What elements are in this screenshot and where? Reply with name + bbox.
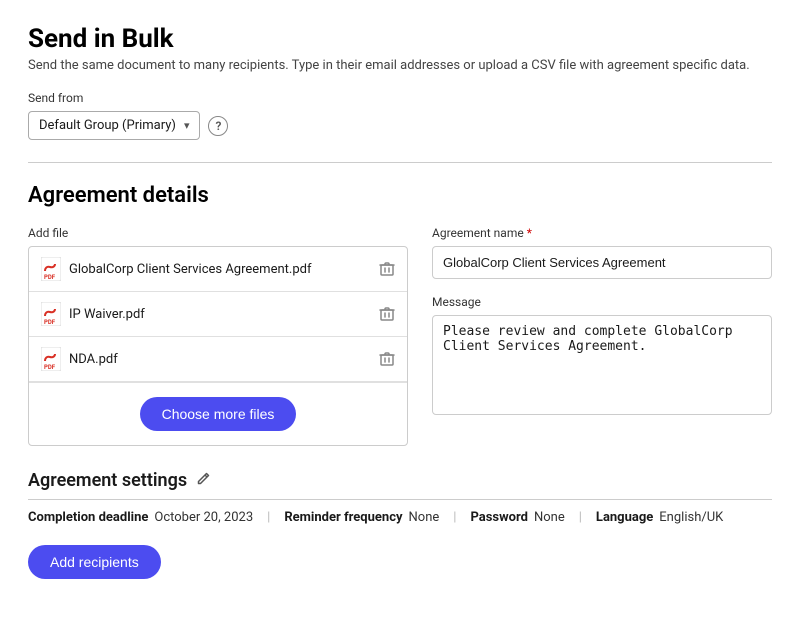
choose-more-files-button[interactable]: Choose more files — [140, 397, 297, 431]
completion-deadline-value: October 20, 2023 — [154, 510, 253, 525]
separator: | — [579, 510, 582, 525]
language-key: Language — [596, 510, 653, 525]
separator: | — [267, 510, 270, 525]
pdf-icon: PDF — [41, 257, 61, 281]
completion-deadline-key: Completion deadline — [28, 510, 148, 525]
section-divider — [28, 162, 772, 163]
settings-row: Completion deadline October 20, 2023 | R… — [28, 510, 772, 525]
file-name: GlobalCorp Client Services Agreement.pdf — [69, 262, 371, 277]
file-list: PDF GlobalCorp Client Services Agreement… — [28, 246, 408, 446]
agreement-settings-title: Agreement settings — [28, 470, 187, 491]
pdf-icon: PDF — [41, 347, 61, 371]
add-file-label: Add file — [28, 226, 408, 240]
svg-text:PDF: PDF — [44, 274, 56, 281]
reminder-frequency-value: None — [409, 510, 440, 525]
help-icon-label: ? — [216, 119, 222, 133]
file-item: PDF NDA.pdf — [29, 337, 407, 382]
page-title: Send in Bulk — [28, 24, 772, 54]
pdf-icon: PDF — [41, 302, 61, 326]
password-value: None — [534, 510, 565, 525]
language-value: English/UK — [659, 510, 723, 525]
add-recipients-button[interactable]: Add recipients — [28, 545, 161, 579]
agreement-name-label: Agreement name * — [432, 226, 772, 240]
password-key: Password — [470, 510, 527, 525]
delete-file-icon[interactable] — [379, 351, 395, 367]
chevron-down-icon: ▾ — [184, 119, 190, 132]
settings-divider — [28, 499, 772, 500]
delete-file-icon[interactable] — [379, 261, 395, 277]
svg-text:PDF: PDF — [44, 364, 56, 371]
page-subtitle: Send the same document to many recipient… — [28, 58, 772, 73]
file-item: PDF GlobalCorp Client Services Agreement… — [29, 247, 407, 292]
agreement-name-input[interactable] — [432, 246, 772, 279]
file-item: PDF IP Waiver.pdf — [29, 292, 407, 337]
separator: | — [453, 510, 456, 525]
delete-file-icon[interactable] — [379, 306, 395, 322]
required-indicator: * — [527, 226, 532, 240]
reminder-frequency-key: Reminder frequency — [284, 510, 402, 525]
send-from-value: Default Group (Primary) — [39, 118, 176, 133]
send-from-label: Send from — [28, 91, 772, 105]
edit-icon[interactable] — [195, 471, 211, 491]
agreement-details-title: Agreement details — [28, 183, 772, 208]
choose-files-area: Choose more files — [29, 382, 407, 445]
file-name: IP Waiver.pdf — [69, 307, 371, 322]
file-name: NDA.pdf — [69, 352, 371, 367]
help-icon[interactable]: ? — [208, 116, 228, 136]
svg-text:PDF: PDF — [44, 319, 56, 326]
send-from-dropdown[interactable]: Default Group (Primary) ▾ — [28, 111, 200, 140]
message-label: Message — [432, 295, 772, 309]
message-textarea[interactable]: Please review and complete GlobalCorp Cl… — [432, 315, 772, 415]
